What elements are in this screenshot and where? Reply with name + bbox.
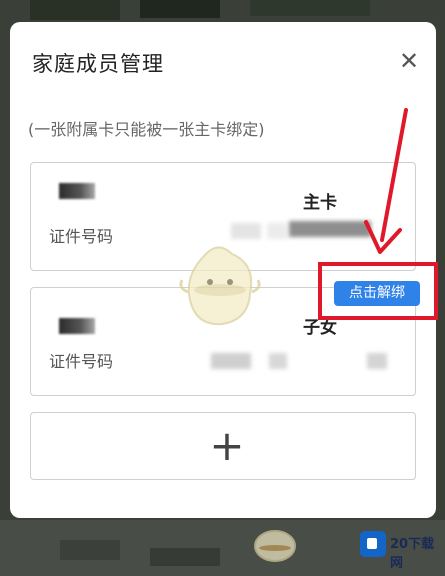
site-watermark-text: 20下载网: [390, 537, 435, 571]
mascot-watermark: [254, 530, 296, 562]
mascot-watermark: [179, 246, 261, 326]
site-logo-icon: [360, 531, 386, 557]
